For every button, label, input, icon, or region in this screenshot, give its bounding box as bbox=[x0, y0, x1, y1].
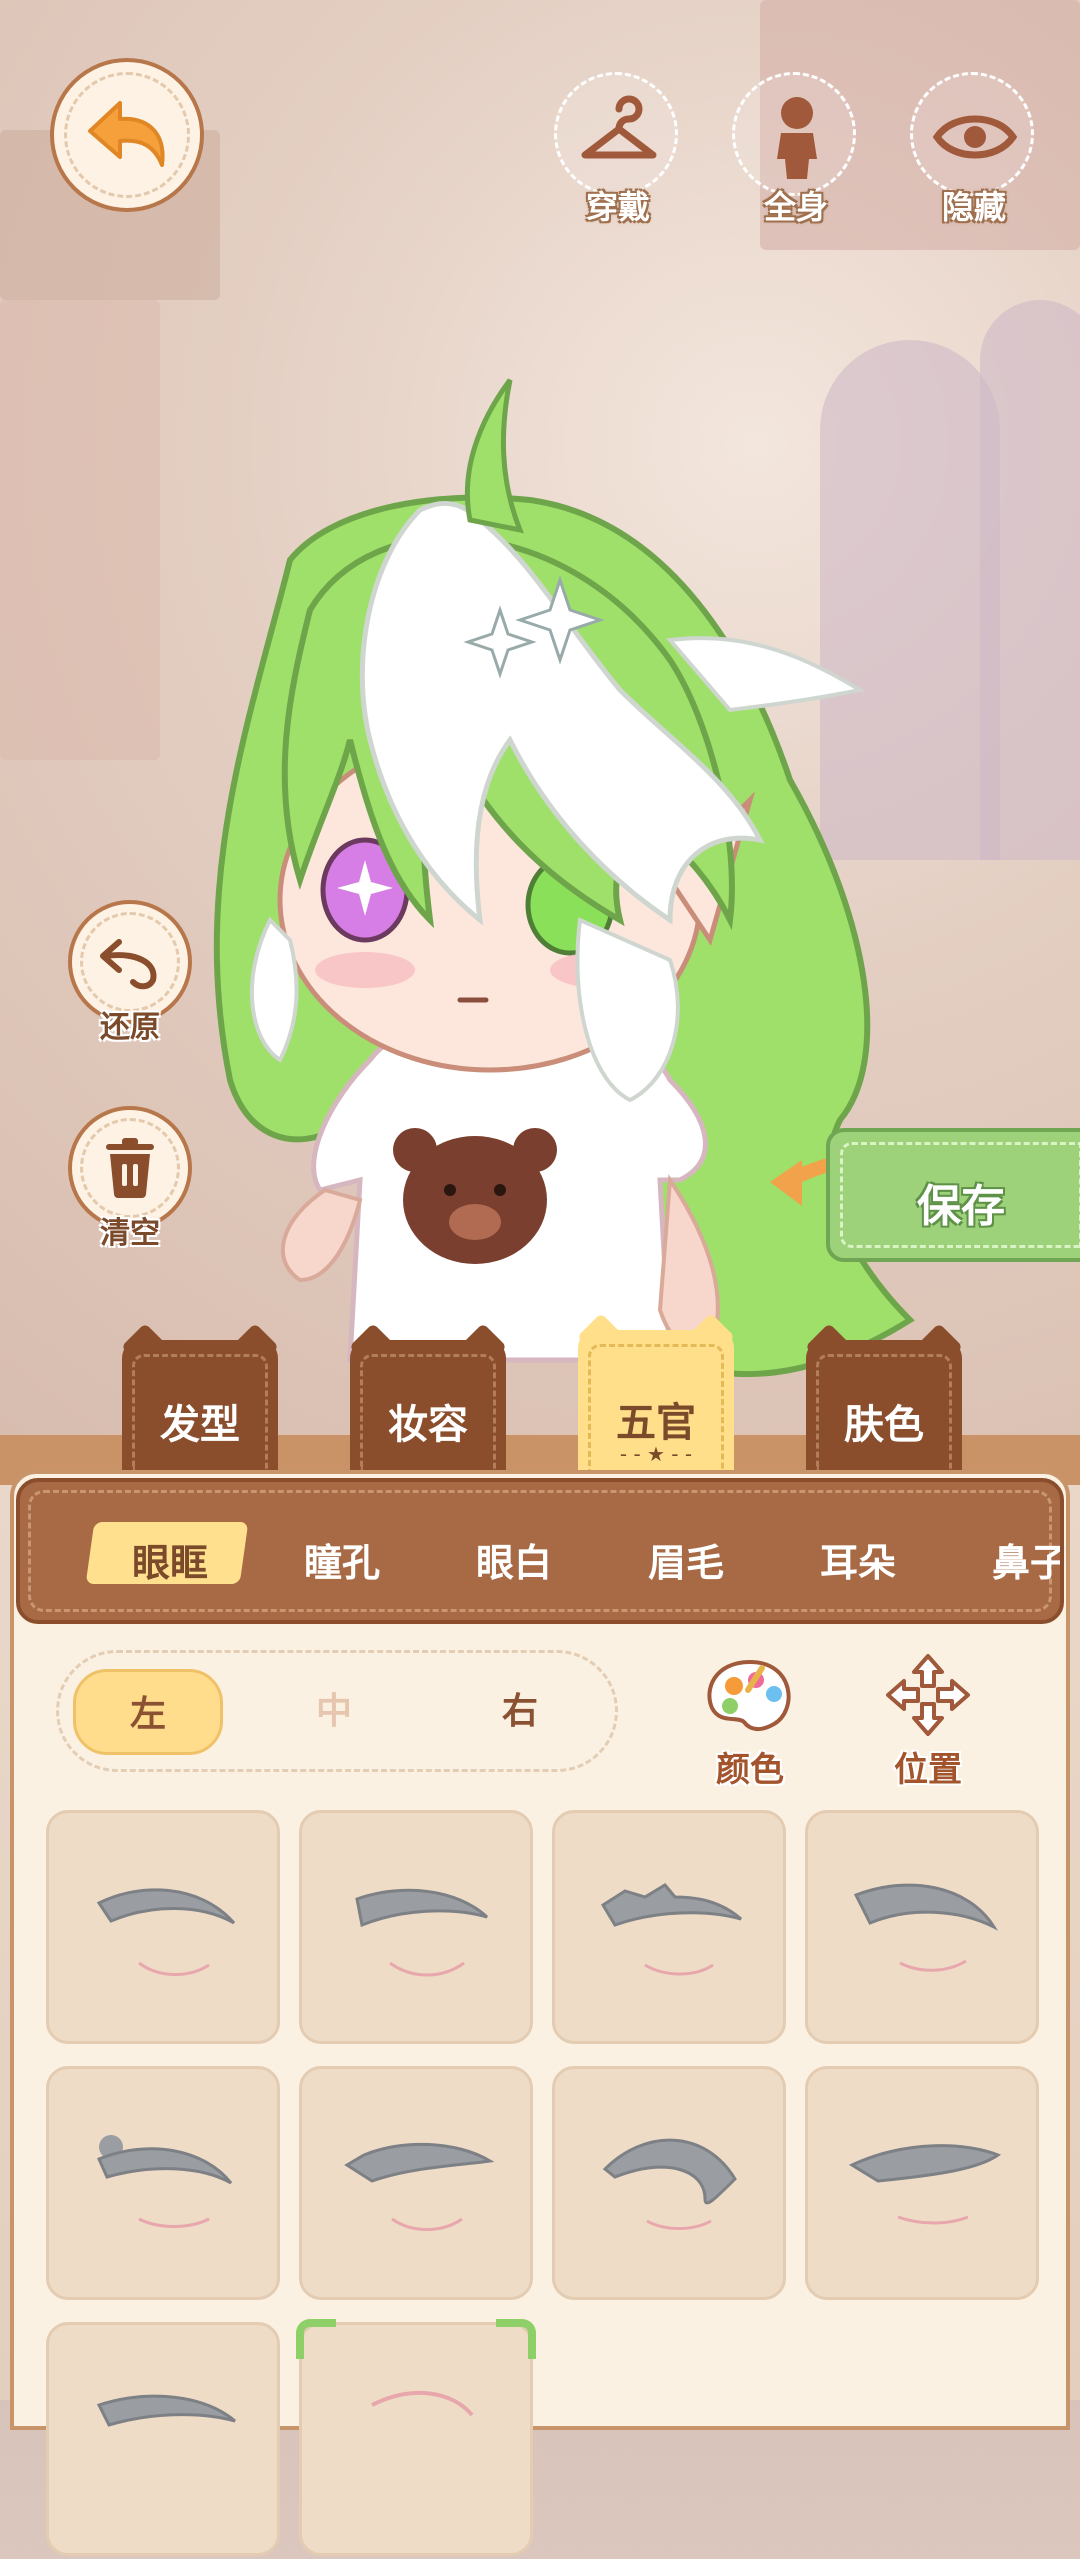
character-avatar bbox=[213, 378, 927, 1378]
style-option-5[interactable] bbox=[46, 2066, 280, 2300]
style-option-1[interactable] bbox=[46, 1810, 280, 2044]
save-button[interactable]: 保存 bbox=[826, 1128, 1080, 1262]
hide-button[interactable] bbox=[910, 72, 1034, 196]
tab-features-label: 五官 bbox=[616, 1400, 696, 1446]
position-tool-label: 位置 bbox=[894, 1750, 962, 1790]
hanger-icon bbox=[581, 95, 657, 159]
eye-outline-thumbnail bbox=[96, 2135, 233, 2228]
eye-outline-thumbnail bbox=[600, 1883, 742, 1976]
tab-makeup-label: 妆容 bbox=[388, 1402, 468, 1448]
fullbody-button[interactable] bbox=[732, 72, 856, 196]
subtab-pupil[interactable]: 瞳孔 bbox=[272, 1532, 412, 1587]
style-option-10-selected[interactable] bbox=[296, 2319, 536, 2556]
style-option-6[interactable] bbox=[299, 2066, 533, 2300]
subtab-eye-white[interactable]: 眼白 bbox=[444, 1532, 584, 1587]
tab-skin[interactable]: 肤色 bbox=[804, 1322, 964, 1470]
style-option-3[interactable] bbox=[552, 1810, 786, 2044]
undo-icon bbox=[100, 939, 157, 990]
eye-outline-thumbnail bbox=[371, 2391, 474, 2417]
tab-hairstyle[interactable]: 发型 bbox=[120, 1322, 280, 1470]
subtab-nose[interactable]: 鼻子 bbox=[960, 1532, 1060, 1587]
style-option-4[interactable] bbox=[805, 1810, 1039, 2044]
tab-skin-label: 肤色 bbox=[844, 1402, 924, 1448]
color-tool-label: 颜色 bbox=[716, 1750, 784, 1790]
subtab-ear[interactable]: 耳朵 bbox=[788, 1532, 928, 1587]
eye-outline-thumbnail bbox=[96, 2394, 236, 2427]
eye-outline-thumbnail bbox=[853, 1883, 999, 1972]
clear-label: 清空 bbox=[100, 1216, 160, 1251]
style-option-9[interactable] bbox=[46, 2322, 280, 2556]
selection-corner bbox=[496, 2319, 536, 2359]
move-arrows-icon bbox=[886, 1654, 970, 1736]
style-option-7[interactable] bbox=[552, 2066, 786, 2300]
save-label: 保存 bbox=[917, 1181, 1005, 1232]
side-left-option[interactable]: 左 bbox=[73, 1669, 223, 1755]
eye-outline-thumbnail bbox=[355, 1888, 489, 1977]
subtab-eyebrow[interactable]: 眉毛 bbox=[616, 1532, 756, 1587]
body-icon bbox=[777, 97, 817, 179]
subtab-eye-outline[interactable]: 眼眶 bbox=[100, 1532, 240, 1587]
tab-hairstyle-label: 发型 bbox=[160, 1402, 240, 1448]
trash-icon bbox=[106, 1138, 154, 1198]
side-middle-option[interactable]: 中 bbox=[259, 1681, 409, 1743]
tab-makeup[interactable]: 妆容 bbox=[348, 1322, 508, 1470]
subcategory-bar: 眼眶 瞳孔 眼白 眉毛 耳朵 鼻子 bbox=[16, 1478, 1064, 1624]
style-option-2[interactable] bbox=[299, 1810, 533, 2044]
fullbody-label: 全身 bbox=[763, 188, 828, 226]
eye-outline-thumbnail bbox=[602, 2138, 737, 2230]
eye-outline-thumbnail bbox=[96, 1888, 236, 1976]
eye-outline-thumbnail bbox=[848, 2144, 1002, 2225]
wear-label: 穿戴 bbox=[585, 188, 650, 226]
back-button[interactable] bbox=[50, 58, 204, 212]
eye-icon bbox=[932, 115, 1018, 159]
eye-outline-thumbnail bbox=[344, 2142, 495, 2231]
wear-button[interactable] bbox=[554, 72, 678, 196]
restore-label: 还原 bbox=[100, 1010, 160, 1045]
tab-features[interactable]: 五官 - - ★ - - bbox=[576, 1312, 736, 1488]
side-right-option[interactable]: 右 bbox=[445, 1681, 595, 1743]
position-tool-button[interactable]: 位置 bbox=[868, 1650, 988, 1790]
style-option-8[interactable] bbox=[805, 2066, 1039, 2300]
back-arrow-icon bbox=[88, 101, 165, 167]
selection-corner bbox=[296, 2319, 336, 2359]
color-tool-button[interactable]: 颜色 bbox=[690, 1650, 810, 1790]
star-icon: - - ★ - - bbox=[619, 1442, 693, 1466]
hide-label: 隐藏 bbox=[941, 188, 1006, 226]
palette-icon bbox=[707, 1659, 791, 1731]
side-selector: 左 中 右 bbox=[56, 1650, 618, 1772]
